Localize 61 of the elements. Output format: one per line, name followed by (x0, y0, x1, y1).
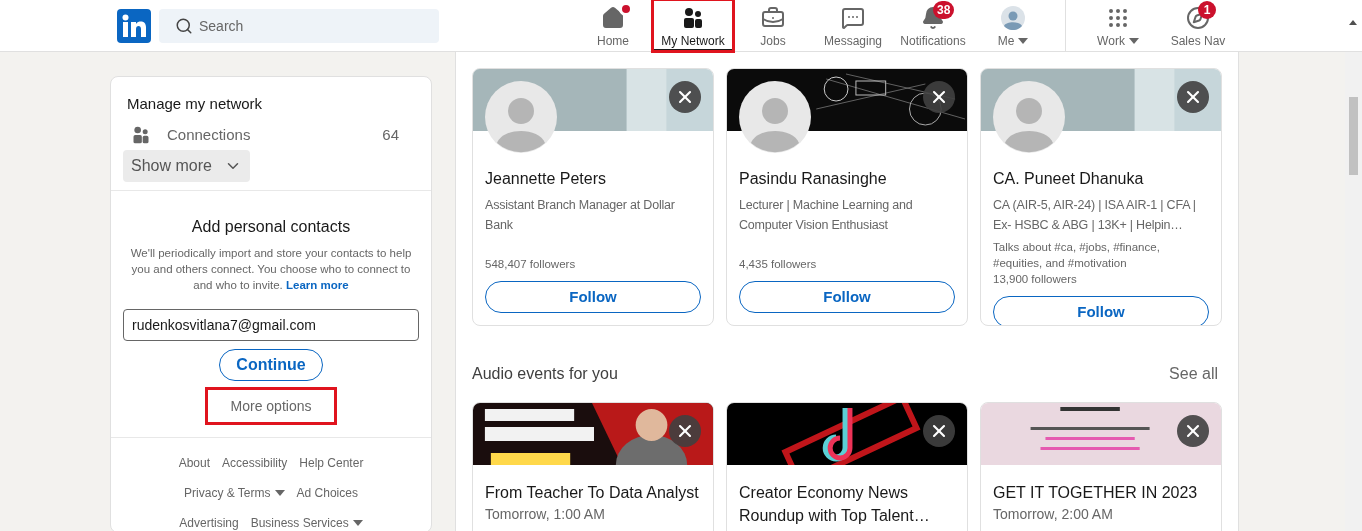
person-headline: CA (AIR-5, AIR-24) | ISA AIR-1 | CFA | Ex- HSBC & ABG | 13K+ | Helpin… (993, 197, 1197, 234)
nav-item[interactable]: 1 Sales Nav (1158, 0, 1238, 51)
search-field[interactable]: Search (159, 8, 439, 43)
section-title: Audio events for you (472, 364, 618, 384)
caret-icon (274, 490, 285, 496)
person-headline: Assistant Branch Manager at Dollar Bank (485, 197, 676, 234)
footer-link[interactable]: Ad Choices (296, 484, 358, 502)
caret-icon (352, 520, 363, 526)
nav-item[interactable]: Me (973, 0, 1053, 51)
follower-count: 13,900 followers (993, 272, 1078, 287)
count-badge: 1 (1198, 0, 1216, 19)
footer-link[interactable]: About (178, 454, 210, 472)
people-icon (681, 5, 705, 30)
card-title: Manage my network (127, 94, 264, 114)
more-options-link[interactable]: More options (205, 387, 337, 425)
footer-link[interactable]: Business Services (250, 514, 363, 531)
event-time: Tomorrow, 2:00 AM (993, 505, 1114, 524)
nav-item[interactable]: 38 Notifications (893, 0, 973, 51)
footer-link[interactable]: Accessibility (222, 454, 288, 472)
avatar (739, 81, 811, 153)
chat-icon (841, 5, 865, 30)
footer-link[interactable]: Help Center (299, 454, 364, 472)
connections-count: 64 (382, 124, 399, 145)
person-topics: Talks about #ca, #jobs, #finance, #equities, and #motivation (993, 240, 1161, 271)
scroll-up-icon[interactable] (1349, 20, 1357, 25)
follower-count: 548,407 followers (485, 256, 577, 272)
email-field[interactable]: rudenkosvitlana7@gmail.com (123, 309, 419, 341)
avatar-icon (1001, 5, 1025, 30)
compass-icon (1186, 5, 1210, 30)
nav-item[interactable]: Jobs (733, 0, 813, 51)
follower-count: 4,435 followers (739, 256, 818, 272)
person-name[interactable]: Jeannette Peters (485, 167, 701, 191)
connections-link[interactable]: Connections 64 (127, 123, 415, 146)
footer-link[interactable]: Advertising (179, 514, 239, 531)
event-title[interactable]: GET IT TOGETHER IN 2023 (993, 481, 1209, 504)
avatar (993, 81, 1065, 153)
connections-label: Connections (167, 124, 251, 145)
person-name[interactable]: Pasindu Ranasinghe (739, 167, 955, 191)
briefcase-icon (761, 5, 785, 30)
scrollbar-thumb[interactable] (1349, 97, 1358, 175)
footer-link[interactable]: Privacy & Terms (184, 484, 285, 502)
avatar (485, 81, 557, 153)
logo-icon[interactable] (117, 8, 151, 43)
learn-more-link[interactable]: Learn more (286, 279, 349, 291)
nav-item[interactable]: Work (1078, 0, 1158, 51)
event-time: Tomorrow, 1:00 AM (485, 505, 606, 524)
people-icon (131, 124, 151, 145)
search-icon (175, 16, 193, 35)
see-all-link[interactable]: See all (1169, 362, 1218, 386)
nav-item[interactable]: Home (573, 0, 653, 51)
person-headline: Lecturer | Machine Learning and Computer Vision Enthusiast (739, 197, 914, 234)
event-title[interactable]: Creator Economy News Roundup with Top Talent… (739, 481, 955, 527)
count-badge: 38 (933, 0, 955, 19)
section-title: Add personal contacts (191, 217, 351, 237)
person-name[interactable]: CA. Puneet Dhanuka (993, 167, 1209, 191)
description-text: We'll periodically import and store your contacts to help you and others connect. You choose who to connect to and who to invite. Learn more (129, 246, 413, 293)
show-more-button[interactable]: Show more (123, 150, 250, 182)
event-title[interactable]: From Teacher To Data Analyst (485, 481, 701, 504)
home-icon (601, 5, 625, 30)
nav-item[interactable]: Messaging (813, 0, 893, 51)
nav-item[interactable]: My Network (653, 0, 733, 51)
